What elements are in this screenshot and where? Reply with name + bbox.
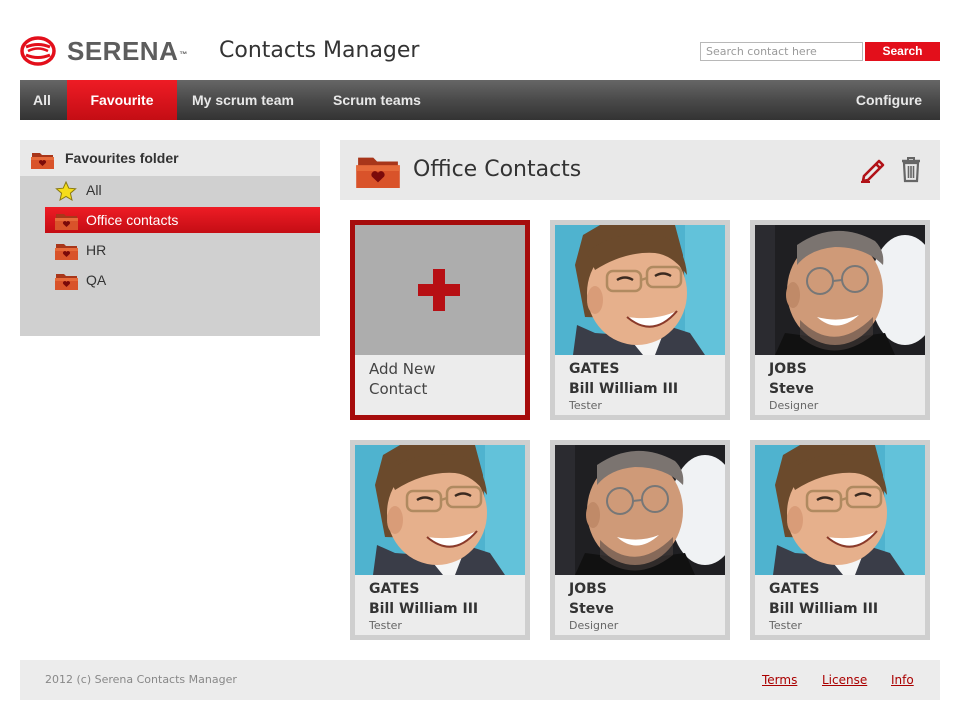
folder-heart-icon: [55, 214, 78, 230]
footer-link-terms[interactable]: Terms: [762, 660, 797, 700]
folder-header: Office Contacts: [340, 140, 940, 200]
sidebar-item-qa[interactable]: QA: [45, 267, 320, 293]
contact-role: Designer: [569, 619, 619, 632]
add-area: [355, 225, 525, 355]
contact-photo-gates: [555, 225, 725, 355]
add-line1: Add New: [369, 360, 436, 378]
sidebar-title: Favourites folder: [65, 150, 179, 166]
contact-photo-gates: [355, 445, 525, 575]
add-line2: Contact: [369, 380, 428, 398]
contact-card[interactable]: GATES Bill William III Tester: [350, 440, 530, 640]
folder-heart-icon: [55, 274, 78, 290]
contact-last-name: JOBS: [769, 361, 807, 377]
contact-photo-jobs: [755, 225, 925, 355]
folder-heart-icon: [356, 157, 400, 188]
footer: 2012 (c) Serena Contacts Manager Terms L…: [20, 660, 940, 700]
star-icon: [55, 181, 77, 201]
contact-photo-gates: [755, 445, 925, 575]
sidebar-item-office-contacts[interactable]: Office contacts: [45, 207, 320, 233]
sidebar-item-label: Office contacts: [86, 212, 179, 228]
contact-last-name: GATES: [569, 361, 620, 377]
contact-info: GATES Bill William III Tester: [755, 575, 925, 635]
contact-card[interactable]: GATES Bill William III Tester: [750, 440, 930, 640]
nav-tab-favourite[interactable]: Favourite: [67, 80, 177, 120]
nav-tab-scrum-teams[interactable]: Scrum teams: [333, 80, 421, 120]
copyright: 2012 (c) Serena Contacts Manager: [45, 673, 237, 686]
contact-role: Tester: [369, 619, 402, 632]
contact-role: Designer: [769, 399, 819, 412]
nav-tab-all[interactable]: All: [33, 80, 51, 120]
contact-photo-jobs: [555, 445, 725, 575]
search-input[interactable]: [700, 42, 863, 61]
favourites-sidebar: Favourites folder All Office contacts HR…: [20, 140, 320, 336]
sidebar-item-all[interactable]: All: [45, 177, 320, 203]
contact-last-name: GATES: [369, 581, 420, 597]
main-nav: All Favourite My scrum team Scrum teams …: [20, 80, 940, 120]
search-button[interactable]: Search: [865, 42, 940, 61]
contact-last-name: JOBS: [569, 581, 607, 597]
add-contact-label: Add New Contact: [355, 355, 525, 415]
folder-heart-icon: [55, 244, 78, 260]
contact-first-name: Bill William III: [769, 601, 879, 617]
contact-last-name: GATES: [769, 581, 820, 597]
contact-first-name: Steve: [569, 601, 614, 617]
trademark: ™: [179, 50, 188, 59]
brand-name: SERENA™: [67, 36, 188, 66]
sidebar-item-hr[interactable]: HR: [45, 237, 320, 263]
plus-icon: [418, 269, 460, 311]
contact-first-name: Steve: [769, 381, 814, 397]
footer-link-info[interactable]: Info: [891, 660, 914, 700]
contact-info: JOBS Steve Designer: [755, 355, 925, 415]
contact-card[interactable]: JOBS Steve Designer: [550, 440, 730, 640]
nav-configure[interactable]: Configure: [856, 80, 922, 120]
contact-first-name: Bill William III: [369, 601, 479, 617]
trash-icon[interactable]: [896, 154, 926, 184]
contact-info: JOBS Steve Designer: [555, 575, 725, 635]
contact-role: Tester: [569, 399, 602, 412]
contact-card[interactable]: JOBS Steve Designer: [750, 220, 930, 420]
pencil-icon[interactable]: [858, 154, 888, 184]
add-contact-card[interactable]: Add New Contact: [350, 220, 530, 420]
nav-tab-my-scrum-team[interactable]: My scrum team: [192, 80, 294, 120]
folder-heart-icon: [31, 153, 54, 169]
serena-logo-icon: [20, 36, 56, 66]
app-title: Contacts Manager: [219, 38, 420, 63]
sidebar-header: Favourites folder: [20, 140, 320, 176]
contact-info: GATES Bill William III Tester: [355, 575, 525, 635]
contact-info: GATES Bill William III Tester: [555, 355, 725, 415]
sidebar-item-label: HR: [86, 242, 107, 258]
sidebar-item-label: All: [86, 182, 102, 198]
contact-role: Tester: [769, 619, 802, 632]
contact-card[interactable]: GATES Bill William III Tester: [550, 220, 730, 420]
page-title: Office Contacts: [413, 157, 582, 182]
sidebar-item-label: QA: [86, 272, 107, 288]
contact-first-name: Bill William III: [569, 381, 679, 397]
footer-link-license[interactable]: License: [822, 660, 867, 700]
